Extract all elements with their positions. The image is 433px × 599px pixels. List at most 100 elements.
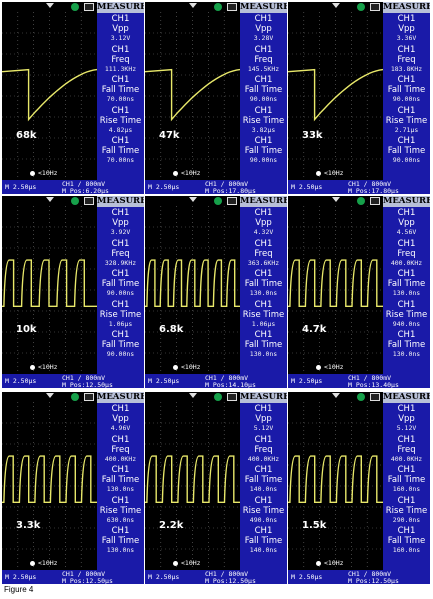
measurement-type: Fall Time (101, 340, 140, 350)
measurement-cell[interactable]: CH1 Fall Time 90.00ns (241, 75, 286, 105)
measurement-value: 90.00ns (249, 95, 278, 103)
measurement-value: 4.82µs (108, 125, 133, 134)
menu-icon[interactable] (227, 197, 237, 205)
measurement-type: Fall Time (244, 146, 283, 156)
measurement-channel: CH1 (111, 299, 130, 310)
measure-header[interactable]: MEASURE (97, 196, 144, 207)
measurement-cell[interactable]: CH1 Rise Time 630.0ns (98, 496, 143, 526)
measurement-cell[interactable]: CH1 Vpp 3.92V (98, 208, 143, 238)
measurement-value: 630.0ns (106, 515, 135, 524)
measurement-value: 160.0ns (392, 485, 421, 493)
measurement-cell[interactable]: CH1 Freq 400.0KHz (241, 435, 286, 465)
measure-header[interactable]: MEASURE (383, 196, 430, 207)
measurement-cell[interactable]: CH1 Fall Time 130.0ns (241, 330, 286, 360)
measurement-cell[interactable]: CH1 Fall Time 160.0ns (384, 526, 429, 556)
measurement-cell[interactable]: CH1 Rise Time 490.0ns (241, 496, 286, 526)
measurement-cell[interactable]: CH1 Freq 328.9KHz (98, 239, 143, 269)
measurement-cell[interactable]: CH1 Fall Time 140.0ns (241, 526, 286, 556)
measurement-type: Freq (111, 248, 130, 259)
measure-header[interactable]: MEASURE (240, 392, 287, 403)
measurement-cell[interactable]: CH1 Fall Time 70.00ns (98, 136, 143, 166)
measurement-channel: CH1 (254, 404, 273, 414)
measurement-cell[interactable]: CH1 Fall Time 70.00ns (98, 75, 143, 105)
measurement-channel: CH1 (254, 14, 273, 24)
measurement-channel: CH1 (397, 238, 416, 249)
measurement-value: 328.9KHz (104, 258, 137, 267)
menu-icon[interactable] (370, 197, 380, 205)
measure-header[interactable]: MEASURE (240, 2, 287, 13)
measurement-cell[interactable]: CH1 Vpp 5.12V (241, 404, 286, 434)
menu-icon[interactable] (84, 393, 94, 401)
measurement-cell[interactable]: CH1 Freq 145.5KHz (241, 45, 286, 75)
measurement-cell[interactable]: CH1 Vpp 3.28V (241, 14, 286, 44)
measurement-cell[interactable]: CH1 Rise Time 1.06µs (98, 300, 143, 330)
measure-header[interactable]: MEASURE (383, 392, 430, 403)
menu-icon[interactable] (227, 3, 237, 11)
waveform-display: 33k <10Hz (288, 2, 383, 180)
measurement-cell[interactable]: CH1 Fall Time 130.0ns (241, 269, 286, 299)
measurement-cell[interactable]: CH1 Fall Time 130.0ns (384, 330, 429, 360)
measurement-channel: CH1 (397, 404, 416, 414)
measurement-cell[interactable]: CH1 Freq 400.0KHz (384, 239, 429, 269)
menu-icon[interactable] (84, 197, 94, 205)
waveform-trace (145, 68, 240, 122)
measurement-cell[interactable]: CH1 Freq 400.0KHz (98, 435, 143, 465)
measure-header[interactable]: MEASURE (97, 2, 144, 13)
measurement-cell[interactable]: CH1 Rise Time 290.0ns (384, 496, 429, 526)
status-icons (145, 393, 240, 402)
measurement-type: Freq (111, 444, 130, 455)
measurement-cell[interactable]: CH1 Fall Time 90.00ns (241, 136, 286, 166)
measurement-type: Freq (397, 248, 416, 259)
waveform-trace (2, 259, 97, 308)
menu-icon[interactable] (370, 393, 380, 401)
measurement-value: 400.0KHz (390, 258, 423, 267)
measure-header[interactable]: MEASURE (97, 392, 144, 403)
scope-panel: 2.2k <10Hz MEASURE CH1 Vpp 5.12V CH1 Freq 400.0K… (145, 392, 287, 584)
measurement-channel: CH1 (111, 208, 130, 218)
measurement-cell[interactable]: CH1 Freq 111.3KHz (98, 45, 143, 75)
measurement-cell[interactable]: CH1 Fall Time 90.00ns (98, 269, 143, 299)
timebase-readout: M 2.50µs (5, 573, 37, 581)
measure-header[interactable]: MEASURE (383, 2, 430, 13)
timebase-readout: M 2.50µs (148, 377, 180, 385)
measurement-cell[interactable]: CH1 Rise Time 2.71µs (384, 106, 429, 136)
scope-panel: 68k <10Hz MEASURE CH1 Vpp 3.12V CH1 Freq 111.3KH… (2, 2, 144, 194)
measurement-cell[interactable]: CH1 Vpp 4.96V (98, 404, 143, 434)
menu-icon[interactable] (370, 3, 380, 11)
measurement-cell[interactable]: CH1 Vpp 4.32V (241, 208, 286, 238)
measurement-cell[interactable]: CH1 Vpp 3.36V (384, 14, 429, 44)
measurement-cell[interactable]: CH1 Fall Time 130.0ns (98, 526, 143, 556)
measurement-cell[interactable]: CH1 Fall Time 90.00ns (384, 75, 429, 105)
measurement-cell[interactable]: CH1 Vpp 4.56V (384, 208, 429, 238)
measurement-value: 3.92V (110, 228, 131, 236)
menu-icon[interactable] (227, 393, 237, 401)
measurement-cell[interactable]: CH1 Fall Time 90.00ns (384, 136, 429, 166)
trigger-frequency-indicator: <10Hz (316, 363, 344, 371)
measure-panel: MEASURE CH1 Vpp 3.12V CH1 Freq 111.3KHz CH1 Fall… (97, 2, 144, 180)
measurement-cell[interactable]: CH1 Rise Time 4.82µs (98, 106, 143, 136)
measurement-cell[interactable]: CH1 Fall Time 90.00ns (98, 330, 143, 360)
waveform-display: 6.8k <10Hz (145, 196, 240, 374)
measure-header[interactable]: MEASURE (240, 196, 287, 207)
measurement-cell[interactable]: CH1 Rise Time 940.0ns (384, 300, 429, 330)
measurement-type: Freq (254, 54, 273, 65)
measurement-cell[interactable]: CH1 Fall Time 130.0ns (384, 269, 429, 299)
measurement-cell[interactable]: CH1 Vpp 5.12V (384, 404, 429, 434)
measurement-cell[interactable]: CH1 Freq 183.8KHz (384, 45, 429, 75)
measurement-cell[interactable]: CH1 Vpp 3.12V (98, 14, 143, 44)
measurement-channel: CH1 (254, 136, 273, 146)
measurement-cell[interactable]: CH1 Rise Time 1.06µs (241, 300, 286, 330)
measurement-cell[interactable]: CH1 Fall Time 130.0ns (98, 465, 143, 495)
measurement-cell[interactable]: CH1 Freq 400.0KHz (384, 435, 429, 465)
menu-icon[interactable] (84, 3, 94, 11)
waveform-svg (145, 12, 240, 180)
measurement-cell[interactable]: CH1 Freq 363.6KHz (241, 239, 286, 269)
measurement-cell[interactable]: CH1 Fall Time 160.0ns (384, 465, 429, 495)
measurement-cell[interactable]: CH1 Rise Time 3.82µs (241, 106, 286, 136)
measurement-cell[interactable]: CH1 Fall Time 140.0ns (241, 465, 286, 495)
measurement-channel: CH1 (111, 136, 130, 146)
trigger-dot-icon (316, 364, 321, 370)
measurement-type: Vpp (255, 218, 272, 228)
status-icons (2, 3, 97, 12)
measurement-channel: CH1 (254, 44, 273, 55)
